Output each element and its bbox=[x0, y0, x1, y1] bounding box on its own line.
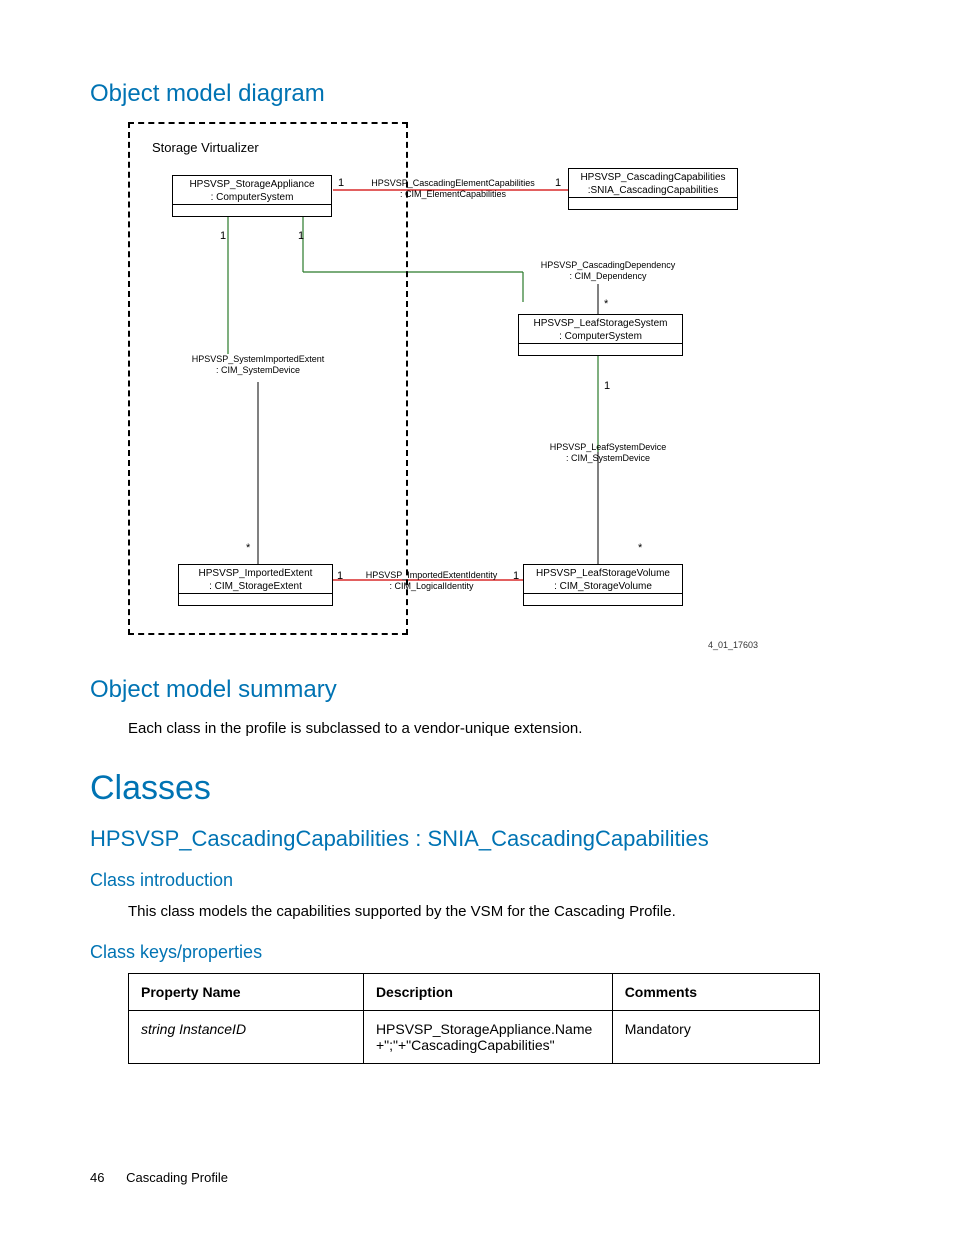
label-cascading-element-capabilities: HPSVSP_CascadingElementCapabilities : CI… bbox=[358, 178, 548, 200]
lbl-l1: HPSVSP_CascadingElementCapabilities bbox=[371, 178, 535, 188]
heading-class-introduction: Class introduction bbox=[90, 870, 864, 891]
node-cascading-capabilities: HPSVSP_CascadingCapabilities :SNIA_Casca… bbox=[568, 168, 738, 198]
heading-class-keys-properties: Class keys/properties bbox=[90, 942, 864, 963]
text-summary: Each class in the profile is subclassed … bbox=[128, 718, 864, 739]
mult-1g: 1 bbox=[513, 570, 519, 582]
th-property-name: Property Name bbox=[129, 974, 364, 1011]
cell-description: HPSVSP_StorageAppliance.Name+";"+"Cascad… bbox=[363, 1011, 612, 1064]
mult-1c: 1 bbox=[220, 230, 226, 242]
footer-title: Cascading Profile bbox=[126, 1170, 228, 1185]
lbl-l1: HPSVSP_SystemImportedExtent bbox=[192, 354, 325, 364]
node-l2: : CIM_StorageVolume bbox=[554, 581, 652, 592]
heading-class-name: HPSVSP_CascadingCapabilities : SNIA_Casc… bbox=[90, 826, 864, 852]
table-header-row: Property Name Description Comments bbox=[129, 974, 820, 1011]
label-leaf-system-device: HPSVSP_LeafSystemDevice : CIM_SystemDevi… bbox=[528, 442, 688, 464]
mult-star-c: * bbox=[246, 542, 250, 554]
mult-star-a: * bbox=[604, 298, 608, 310]
mult-1d: 1 bbox=[298, 230, 304, 242]
heading-object-model-diagram: Object model diagram bbox=[90, 80, 864, 108]
label-system-imported-extent: HPSVSP_SystemImportedExtent : CIM_System… bbox=[168, 354, 348, 376]
label-cascading-dependency: HPSVSP_CascadingDependency : CIM_Depende… bbox=[518, 260, 698, 282]
node-imported-extent: HPSVSP_ImportedExtent : CIM_StorageExten… bbox=[178, 564, 333, 594]
node-leaf-storage-system-ext bbox=[518, 344, 683, 356]
heading-object-model-summary: Object model summary bbox=[90, 676, 864, 704]
mult-1a: 1 bbox=[338, 177, 344, 189]
lbl-l2: : CIM_SystemDevice bbox=[216, 365, 300, 375]
cell-comments: Mandatory bbox=[612, 1011, 819, 1064]
table-row: string InstanceID HPSVSP_StorageApplianc… bbox=[129, 1011, 820, 1064]
node-l2: :SNIA_CascadingCapabilities bbox=[588, 185, 719, 196]
node-l1: HPSVSP_LeafStorageVolume bbox=[536, 568, 670, 579]
label-imported-extent-identity: HPSVSP_ImportedExtentIdentity : CIM_Logi… bbox=[344, 570, 519, 592]
node-storage-appliance-ext bbox=[172, 205, 332, 217]
page-footer: 46 Cascading Profile bbox=[90, 1170, 228, 1185]
diagram-id: 4_01_17603 bbox=[708, 640, 758, 650]
label-storage-virtualizer: Storage Virtualizer bbox=[152, 140, 259, 155]
heading-classes: Classes bbox=[90, 769, 864, 808]
th-comments: Comments bbox=[612, 974, 819, 1011]
lbl-l2: : CIM_Dependency bbox=[569, 271, 646, 281]
node-l2: : CIM_StorageExtent bbox=[209, 581, 302, 592]
node-l2: : ComputerSystem bbox=[559, 331, 642, 342]
node-leaf-storage-volume-ext bbox=[523, 594, 683, 606]
text-class-introduction: This class models the capabilities suppo… bbox=[128, 901, 864, 922]
node-imported-extent-ext bbox=[178, 594, 333, 606]
mult-1b: 1 bbox=[555, 177, 561, 189]
lbl-l2: : CIM_ElementCapabilities bbox=[400, 189, 506, 199]
node-leaf-storage-system: HPSVSP_LeafStorageSystem : ComputerSyste… bbox=[518, 314, 683, 344]
node-l1: HPSVSP_StorageAppliance bbox=[189, 179, 314, 190]
lbl-l1: HPSVSP_CascadingDependency bbox=[541, 260, 676, 270]
node-l2: : ComputerSystem bbox=[211, 192, 294, 203]
lbl-l2: : CIM_SystemDevice bbox=[566, 453, 650, 463]
cell-property-name: string InstanceID bbox=[129, 1011, 364, 1064]
lbl-l1: HPSVSP_LeafSystemDevice bbox=[550, 442, 667, 452]
node-leaf-storage-volume: HPSVSP_LeafStorageVolume : CIM_StorageVo… bbox=[523, 564, 683, 594]
mult-star-b: * bbox=[638, 542, 642, 554]
mult-1e: 1 bbox=[604, 380, 610, 392]
lbl-l1: HPSVSP_ImportedExtentIdentity bbox=[366, 570, 498, 580]
mult-1f: 1 bbox=[337, 570, 343, 582]
node-cascading-capabilities-ext bbox=[568, 198, 738, 210]
node-storage-appliance: HPSVSP_StorageAppliance : ComputerSystem bbox=[172, 175, 332, 205]
table-properties: Property Name Description Comments strin… bbox=[128, 973, 820, 1064]
th-description: Description bbox=[363, 974, 612, 1011]
page-number: 46 bbox=[90, 1170, 104, 1185]
object-model-diagram: Storage Virtualizer HPSVSP_StorageApplia… bbox=[128, 122, 778, 652]
node-l1: HPSVSP_LeafStorageSystem bbox=[534, 318, 668, 329]
node-l1: HPSVSP_ImportedExtent bbox=[199, 568, 313, 579]
lbl-l2: : CIM_LogicalIdentity bbox=[389, 581, 473, 591]
node-l1: HPSVSP_CascadingCapabilities bbox=[580, 172, 725, 183]
